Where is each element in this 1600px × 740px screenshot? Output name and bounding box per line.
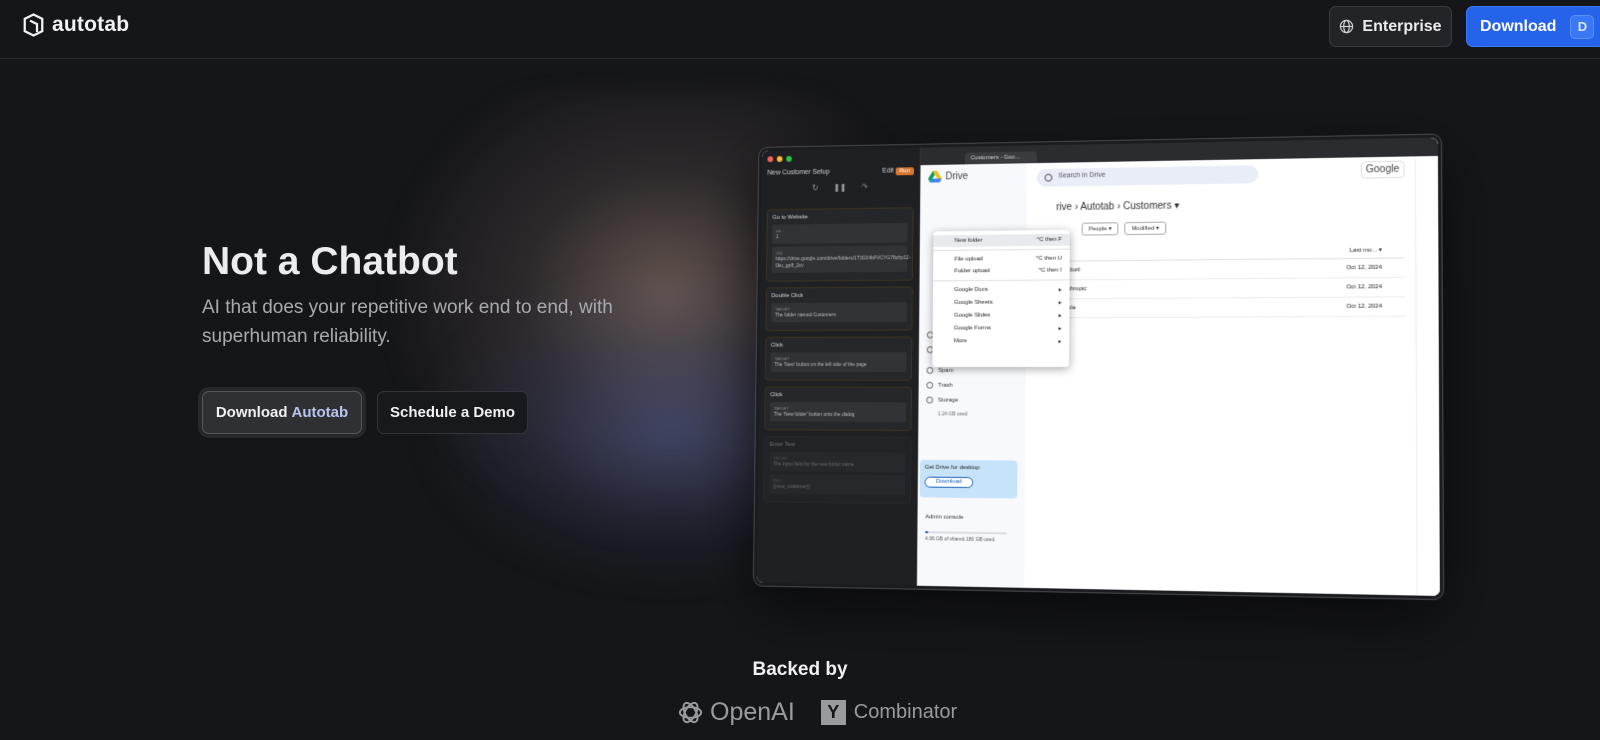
step-card: Enter Text TARGET The input field for the…	[763, 436, 912, 505]
step-card: Click TARGET The 'New folder' button onto…	[764, 386, 912, 432]
step-title: Go to Website	[772, 214, 808, 221]
trash-icon	[926, 381, 934, 389]
new-menu-item: Google Sheets ▸	[954, 299, 1062, 307]
screenshot-window: New Customer Setup Edit Run ↻ ❚❚ ↷ Go to…	[756, 137, 1440, 596]
new-menu-item: Google Forms ▸	[953, 325, 1062, 333]
backed-by-heading: Backed by	[752, 659, 848, 680]
step-title: Click	[770, 342, 784, 349]
restart-icon: ↻	[812, 183, 819, 193]
drive-filters: People ▾ Modified ▾	[1036, 219, 1404, 236]
download-shortcut-key: D	[1570, 14, 1595, 39]
step-field: TARGET The input field for the new folder…	[769, 451, 906, 473]
download-label: Download	[1480, 17, 1557, 35]
autotab-logo-icon	[23, 13, 44, 37]
new-menu-item: Google Docs ▸	[954, 286, 1062, 294]
drive-nav-trash: Trash	[926, 381, 1017, 389]
download-autotab-prefix: Download	[215, 404, 288, 421]
autotab-panel: New Customer Setup Edit Run ↻ ❚❚ ↷ Go to…	[756, 147, 921, 586]
autotab-panel-header: New Customer Setup Edit Run	[767, 167, 914, 177]
hero-title: Not a Chatbot	[202, 240, 458, 283]
cloud-icon	[926, 396, 934, 404]
drive-new-menu: New folder ^C then F File upload ^C then U…	[932, 229, 1070, 367]
promo-title: Get Drive for desktop	[924, 464, 980, 472]
storage-used: 1.24 GB used	[937, 411, 968, 418]
step-title: Click	[770, 392, 783, 399]
step-card: Go to Website tab 1 URL https://drive.goog…	[766, 207, 914, 282]
promo-download-button: Download	[924, 476, 974, 489]
drive-side-rail	[1414, 155, 1440, 596]
new-menu-item: New folder ^C then F	[933, 233, 1070, 248]
drive-nav-spam: Spam	[926, 366, 1018, 374]
step-field: TARGET The 'New folder' button onto the d…	[769, 401, 907, 423]
drive-breadcrumb: rive › Autotab › Customers ▾	[1056, 200, 1180, 214]
yc-name: Combinator	[853, 701, 958, 723]
step-field: URL https://drive.google.com/drive/folder…	[771, 245, 910, 273]
product-screenshot: New Customer Setup Edit Run ↻ ❚❚ ↷ Go to…	[752, 133, 1445, 601]
top-nav: autotab Enterprise Download D	[0, 0, 1600, 59]
drive-logo-icon	[928, 170, 942, 183]
last-modified-header: Last mo... ▾	[1349, 247, 1382, 254]
globe-icon	[1340, 19, 1354, 34]
schedule-demo-button[interactable]: Schedule a Demo	[377, 391, 528, 434]
close-dot-icon	[767, 156, 774, 163]
brand-logo[interactable]: autotab	[23, 13, 129, 37]
skill-title: New Customer Setup	[767, 168, 830, 177]
brand-name: autotab	[52, 13, 130, 36]
openai-logo: OpenAI	[676, 698, 795, 727]
browser-window: Customers - Goo... Drive Recent Starred	[917, 137, 1440, 596]
table-row: Anthropic Oct 12, 2024	[1036, 277, 1405, 300]
step-title: Double Click	[771, 293, 804, 300]
redo-icon: ↷	[861, 182, 868, 192]
pause-icon: ❚❚	[833, 182, 847, 192]
openai-knot-icon	[678, 701, 703, 724]
openai-name: OpenAI	[710, 698, 795, 726]
minimize-dot-icon	[776, 156, 783, 162]
google-drive: Drive Recent Starred Spam Trash Storage …	[917, 155, 1440, 596]
download-autotab-accent: Autotab	[291, 404, 349, 421]
step-field: tab 1	[772, 222, 908, 244]
new-menu-item: Folder upload ^C then I	[954, 267, 1062, 275]
download-button[interactable]: Download D	[1466, 6, 1600, 47]
enterprise-label: Enterprise	[1362, 17, 1442, 35]
drive-desktop-promo: Get Drive for desktop Download	[919, 459, 1018, 499]
drive-nav-storage: Storage	[926, 396, 1018, 404]
admin-console: Admin console	[925, 514, 964, 521]
edit-label: Edit	[882, 167, 894, 175]
maximize-dot-icon	[786, 155, 792, 162]
drive-main: Search in Drive Google rive › Autotab › …	[1025, 156, 1417, 595]
step-card: Double Click TARGET The folder named Cust…	[765, 286, 913, 332]
step-field: TARGET The 'New' button on the left side …	[770, 352, 907, 372]
y-combinator-logo: Y Combinator	[820, 700, 958, 725]
drive-sidebar: Drive Recent Starred Spam Trash Storage …	[917, 163, 1028, 588]
step-card: Click TARGET The 'New' button on the left…	[764, 336, 913, 381]
run-badge: Run	[895, 167, 914, 176]
google-account-label: Google	[1360, 160, 1405, 179]
drive-search: Search in Drive	[1036, 165, 1259, 187]
new-menu-item: Google Slides ▸	[954, 312, 1062, 320]
window-traffic-lights	[767, 154, 913, 163]
step-field: TARGET The folder named Customers	[771, 302, 907, 323]
spam-icon	[926, 366, 934, 374]
playback-controls: ↻ ❚❚ ↷	[767, 182, 914, 200]
shared-storage: 4.96 GB of shared 180 GB used	[925, 531, 1008, 543]
hero-subtitle: AI that does your repetitive work end to…	[202, 297, 613, 347]
download-autotab-button[interactable]: Download Autotab	[202, 391, 362, 434]
table-row: TeslaOct 12, 2024	[1035, 297, 1406, 319]
filter-chip: People ▾	[1081, 222, 1119, 236]
enterprise-button[interactable]: Enterprise	[1329, 6, 1452, 47]
investor-logos: OpenAI Y Combinator	[676, 698, 957, 727]
step-field: TEXT {{new_customer}}	[769, 474, 906, 496]
drive-brand: Drive	[928, 169, 1019, 183]
new-menu-item: More ▸	[953, 338, 1062, 346]
filter-chip: Modified ▾	[1124, 221, 1167, 236]
step-title: Enter Text	[769, 441, 796, 448]
yc-box: Y	[820, 700, 846, 725]
